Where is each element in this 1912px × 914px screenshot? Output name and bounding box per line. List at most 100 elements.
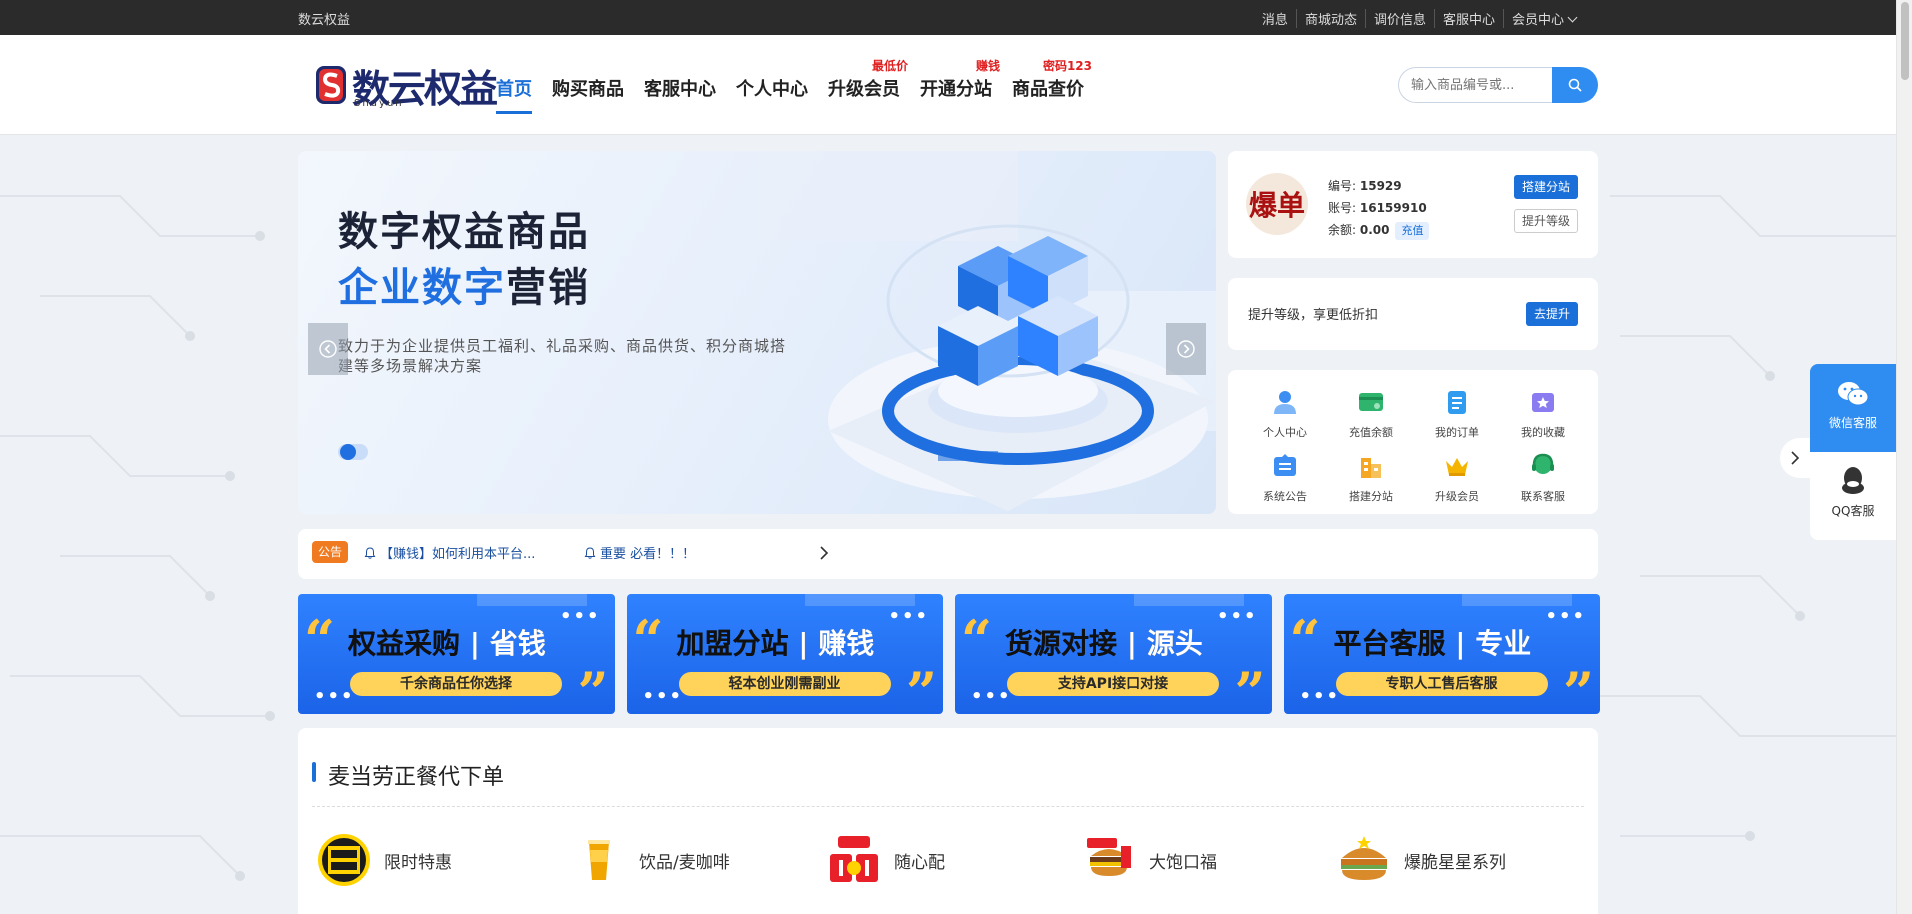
quote-open-icon: “: [632, 608, 664, 672]
quote-open-icon: “: [1289, 608, 1321, 672]
quick-menu-label: 联系客服: [1521, 490, 1565, 503]
mcdonalds-section: 麦当劳正餐代下单 限时特惠 饮品/麦咖啡 随心配 大饱口福 爆脆星星系列: [298, 728, 1598, 914]
qq-service-label: QQ客服: [1831, 504, 1875, 518]
quick-menu-recharge[interactable]: 充值余额: [1328, 388, 1414, 440]
quick-menu-favorites[interactable]: 我的收藏: [1500, 388, 1586, 440]
upgrade-card: 提升等级，享更低折扣 去提升: [1228, 278, 1598, 350]
quick-menu-personal-center[interactable]: 个人中心: [1242, 388, 1328, 440]
promo-rights-purchase[interactable]: ••• “ 权益采购 | 省钱 千余商品任你选择 ••• ”: [298, 594, 615, 714]
promo-separator: |: [1117, 627, 1147, 660]
search-input[interactable]: [1398, 67, 1552, 103]
user-card: 爆单 编号: 15929 账号: 16159910 余额: 0.00 充值 搭建分…: [1228, 151, 1598, 258]
top-link-price-adjust[interactable]: 调价信息: [1364, 9, 1434, 28]
dots-decoration: •••: [642, 686, 684, 707]
nav-home-label: 首页: [496, 79, 532, 100]
quick-menu-label: 系统公告: [1263, 490, 1307, 503]
nav-upgrade-member-label: 升级会员: [828, 79, 900, 100]
dots-decoration: •••: [888, 606, 929, 627]
banner-prev-button[interactable]: [308, 323, 348, 375]
site-name[interactable]: 数云权益: [298, 9, 350, 28]
section-divider: [312, 806, 1584, 807]
dots-decoration: •••: [314, 686, 355, 707]
nav-upgrade-member[interactable]: 升级会员 最低价: [828, 59, 908, 114]
promo-platform-service[interactable]: ••• “ 平台客服 | 专业 专职人工售后客服 ••• ”: [1283, 594, 1600, 714]
go-upgrade-button[interactable]: 去提升: [1526, 302, 1578, 326]
logo[interactable]: 数云权益 Shuyun: [314, 58, 498, 112]
nav-service-center[interactable]: 客服中心: [644, 75, 716, 114]
category-combo[interactable]: 随心配: [826, 832, 1081, 888]
quick-menu-grid: 个人中心 充值余额 我的订单 我的收藏 系统公告 搭建分站 升级会员 联系客服: [1242, 388, 1586, 504]
nav-price-check[interactable]: 商品查价 密码123: [1012, 59, 1092, 114]
build-station-button[interactable]: 搭建分站: [1514, 175, 1578, 199]
avatar[interactable]: 爆单: [1246, 173, 1308, 235]
bell-icon: [364, 547, 376, 559]
recharge-button[interactable]: 充值: [1395, 222, 1430, 240]
nav-buy-goods[interactable]: 购买商品: [552, 75, 624, 114]
category-limited-offer[interactable]: 限时特惠: [316, 832, 571, 888]
category-crispy-star[interactable]: 爆脆星星系列: [1336, 832, 1591, 888]
category-big-meal[interactable]: 大饱口福: [1081, 832, 1336, 888]
user-icon: [1274, 391, 1296, 414]
dots-decoration: •••: [559, 606, 601, 627]
promo-title-main: 权益采购: [348, 627, 461, 660]
notice-item-important[interactable]: 重要 必看！！！: [584, 543, 695, 562]
quick-menu-build-station[interactable]: 搭建分站: [1328, 452, 1414, 504]
top-link-messages[interactable]: 消息: [1254, 9, 1296, 28]
notice-item-text: 【赚钱】如何利用本平台...: [380, 547, 536, 562]
promo-join-substation[interactable]: ••• “ 加盟分站 | 赚钱 轻本创业刚需副业 ••• ”: [626, 594, 943, 714]
wechat-service-label: 微信客服: [1828, 416, 1877, 430]
quick-menu-upgrade-member[interactable]: 升级会员: [1414, 452, 1500, 504]
category-drinks[interactable]: 饮品/麦咖啡: [571, 832, 826, 888]
notice-next-chevron-icon[interactable]: [818, 545, 830, 561]
chevron-right-icon: [1791, 451, 1800, 465]
hero-banner[interactable]: 数字权益商品 企业数字营销 致力于为企业提供员工福利、礼品采购、商品供货、积分商…: [298, 151, 1216, 514]
category-label: 随心配: [894, 852, 945, 873]
scrollbar-thumb[interactable]: [1901, 2, 1909, 80]
category-list: 限时特惠 饮品/麦咖啡 随心配 大饱口福 爆脆星星系列: [316, 832, 1591, 888]
promo-title-main: 加盟分站: [676, 627, 789, 660]
banner-next-button[interactable]: [1166, 323, 1206, 375]
promo-separator: |: [460, 627, 490, 660]
top-links: 消息 商城动态 调价信息 客服中心 会员中心: [1254, 9, 1584, 28]
logo-s-icon: [316, 66, 346, 104]
promo-subtitle: 专职人工售后客服: [1335, 672, 1548, 696]
category-label: 饮品/麦咖啡: [639, 852, 730, 873]
upgrade-level-button[interactable]: 提升等级: [1514, 209, 1578, 233]
page-scrollbar[interactable]: [1896, 0, 1912, 914]
top-link-mall-news[interactable]: 商城动态: [1295, 9, 1365, 28]
quick-menu-contact-service[interactable]: 联系客服: [1500, 452, 1586, 504]
wechat-service-button[interactable]: 微信客服: [1810, 364, 1896, 452]
limited-offer-icon: [318, 834, 370, 886]
banner-subtitle-blue: 企业数字: [338, 265, 506, 311]
bell-icon: [584, 547, 596, 559]
notice-item-earn[interactable]: 【赚钱】如何利用本平台...: [364, 543, 535, 562]
promo-source-docking[interactable]: ••• “ 货源对接 | 源头 支持API接口对接 ••• ”: [955, 594, 1272, 714]
chevron-left-icon: [319, 340, 337, 358]
nav-home[interactable]: 首页: [496, 75, 532, 114]
quick-menu-orders[interactable]: 我的订单: [1414, 388, 1500, 440]
promo-title: 货源对接 | 源头: [1005, 622, 1203, 662]
promo-title-accent: 赚钱: [818, 627, 875, 660]
floating-service-panel: 微信客服 QQ客服: [1780, 364, 1896, 540]
nav-personal-center[interactable]: 个人中心: [736, 75, 808, 114]
qq-service-button[interactable]: QQ客服: [1810, 452, 1896, 540]
banner-subtitle-rest: 营销: [506, 265, 590, 311]
banner-pagination[interactable]: [338, 442, 374, 462]
promo-subtitle: 支持API接口对接: [1007, 672, 1219, 696]
order-icon: [1448, 391, 1466, 414]
logo-subtext: Shuyun: [354, 98, 404, 109]
search-icon: [1568, 78, 1582, 92]
user-account-value: 16159910: [1359, 201, 1427, 215]
search-button[interactable]: [1552, 67, 1598, 103]
dots-decoration: •••: [971, 686, 1012, 707]
crown-icon: [1446, 458, 1468, 476]
upgrade-text: 提升等级，享更低折扣: [1248, 308, 1379, 323]
section-title: 麦当劳正餐代下单: [328, 765, 505, 790]
promo-title-accent: 省钱: [489, 627, 546, 660]
nav-open-substation[interactable]: 开通分站 赚钱: [920, 59, 1000, 114]
top-link-member-center[interactable]: 会员中心: [1502, 9, 1584, 28]
quick-menu-announcements[interactable]: 系统公告: [1242, 452, 1328, 504]
notice-bar: 公告 【赚钱】如何利用本平台... 重要 必看！！！: [298, 529, 1598, 579]
top-link-service[interactable]: 客服中心: [1433, 9, 1503, 28]
quote-close-icon: ”: [1562, 660, 1594, 714]
